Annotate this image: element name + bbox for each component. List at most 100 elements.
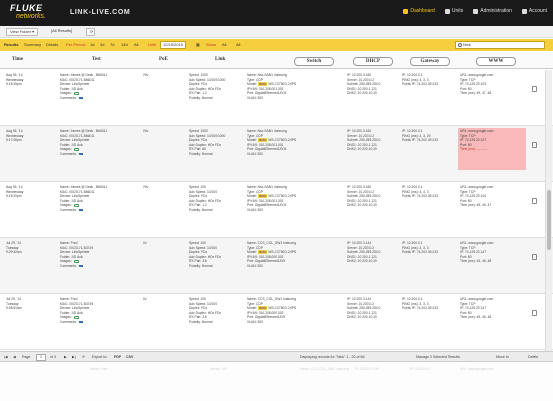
table-row[interactable]: Jul 29, '14 Tuesday 9:28:51am Name: Fred MAC…	[0, 294, 553, 350]
period-1d[interactable]: 1d	[90, 42, 94, 48]
export-csv-button[interactable]: CSV	[126, 355, 133, 360]
comments-line: Comments:	[60, 96, 140, 101]
move-to-button[interactable]: Move to	[496, 355, 509, 360]
until-date-input[interactable]: 12/15/2015	[160, 41, 187, 49]
nav-account-label: Account	[528, 8, 547, 14]
calendar-icon[interactable]: ▦	[196, 42, 200, 48]
dhcp-cell-line: DNS2: 10.200.10.20	[347, 91, 377, 95]
gateway-cell: IP: 10.200.0.1 PING (ms): 3, 3, 3 Public I…	[402, 241, 456, 255]
comments-line: Comments:	[60, 208, 140, 213]
search-highlight: cisco	[257, 250, 268, 254]
edit-comment-icon[interactable]	[78, 264, 83, 267]
delete-button[interactable]: Delete	[528, 355, 538, 360]
refresh-button[interactable]: ⟳	[86, 28, 95, 36]
col-www[interactable]: WWW	[476, 57, 516, 66]
vertical-scrollbar[interactable]	[545, 70, 552, 352]
export-label: Export to:	[92, 355, 108, 359]
table-row[interactable]: Aug 06, '14 Wednesday 5:17:06pm Name: James…	[0, 126, 553, 182]
period-all[interactable]: All	[134, 42, 138, 48]
camera-icon[interactable]	[73, 259, 79, 263]
col-link[interactable]: Link	[215, 57, 225, 62]
col-dhcp[interactable]: DHCP	[353, 57, 393, 66]
toolbar: View Folder ▾ [All Results] ⟳	[0, 26, 553, 38]
gateway-cell-line: Public IP: 74.202.39.243	[402, 82, 438, 86]
switch-cell-line: VLAN: 500	[247, 151, 263, 156]
test-cell: Name: James @ Desk - B66011 MAC: 00C0171-…	[60, 73, 140, 100]
gateway-cell: IP: 10.200.0.1 PING (ms): 3, 3, 3 Public I…	[402, 297, 456, 311]
ghost-www: URL: www.google.com	[460, 367, 494, 371]
page-count: of 4	[50, 355, 56, 359]
page-input[interactable]: 1	[36, 354, 46, 361]
tab-details[interactable]: Details	[46, 42, 58, 48]
comments-line: Comments:	[60, 152, 140, 157]
switch-cell-line: VLAN: 500	[247, 95, 263, 100]
nav-account[interactable]: Account	[521, 8, 547, 14]
camera-icon[interactable]	[73, 147, 79, 151]
table-row[interactable]: Aug 06, '14 Wednesday 5:15:20pm Name: James…	[0, 182, 553, 238]
ghost-switch: Name: CCS_COL_SW1 Instrumg	[300, 367, 349, 371]
pager-bar: |◀ ◀ Page 1 of 4 ▶ ▶| ⟳ Export to: PDF C…	[0, 351, 553, 362]
delete-row-icon[interactable]	[532, 86, 537, 92]
period-7d[interactable]: 7d	[110, 42, 114, 48]
table-row[interactable]: Aug 06, '14 Wednesday 5:18:45pm Name: James…	[0, 70, 553, 126]
poe-cell: 0v	[143, 297, 147, 301]
show-option-1[interactable]: All	[222, 42, 226, 48]
col-poe[interactable]: PoE	[159, 57, 168, 62]
reflection-overlay: Name: Fred Speed: 100 Name: CCS_COL_SW1 …	[0, 363, 553, 401]
last-page-icon[interactable]: ▶|	[72, 355, 76, 360]
dhcp-cell-line: DNS2: 10.200.10.20	[347, 203, 377, 207]
prev-page-icon[interactable]: ◀	[13, 355, 16, 360]
edit-comment-icon[interactable]	[78, 208, 83, 211]
next-page-icon[interactable]: ▶	[64, 355, 67, 360]
switch-cell: Name: Nsc-SAN1 Instrumg Type: CDP Model: c…	[247, 73, 327, 100]
search-input[interactable]: Nick	[455, 41, 545, 49]
period-3d[interactable]: 3d	[100, 42, 104, 48]
first-page-icon[interactable]: |◀	[4, 355, 8, 360]
www-cell: URL: www.google.com Type: TCP IP: 74.125.2…	[458, 240, 526, 282]
col-switch[interactable]: Switch	[294, 57, 334, 66]
col-test[interactable]: Test	[92, 57, 101, 62]
edit-comment-icon[interactable]	[78, 96, 83, 99]
www-cell-line: Time (ms): --, --, --	[460, 147, 487, 151]
fluke-logo[interactable]: FLUKE networks.	[10, 4, 50, 22]
time-cell: Jul 29, '14 Tuesday 9:28:51am	[6, 297, 44, 311]
gateway-cell-line: Public IP: 74.202.39.243	[402, 194, 438, 198]
period-14d[interactable]: 14d	[121, 42, 128, 48]
www-cell-line: Time (ms): 49, 47, 48	[460, 91, 492, 95]
table-row[interactable]: Jul 29, '14 Tuesday 9:29:32am Name: Fred MAC…	[0, 238, 553, 294]
show-option-2[interactable]: All	[236, 42, 240, 48]
delete-row-icon[interactable]	[532, 310, 537, 316]
reload-icon[interactable]: ⟳	[82, 355, 85, 360]
camera-icon[interactable]	[73, 315, 79, 319]
dashboard-icon	[403, 8, 409, 14]
manage-selected: Manage 0 Selected Results	[416, 355, 460, 359]
nav-dashboard[interactable]: Dashboard	[403, 8, 435, 14]
site-title: LINK-LIVE.COM	[70, 9, 131, 16]
poe-cell: 20v	[143, 185, 149, 189]
tab-summary[interactable]: Summary	[24, 42, 41, 48]
delete-row-icon[interactable]	[532, 254, 537, 260]
switch-cell: Name: Nsc-SAN1 Instrumg Type: CDP Model: c…	[247, 129, 327, 156]
nav-units[interactable]: Units	[444, 8, 463, 14]
camera-icon[interactable]	[73, 203, 79, 207]
gateway-cell-line: Public IP: 74.202.39.243	[402, 250, 438, 254]
col-gateway[interactable]: Gateway	[410, 57, 450, 66]
view-folder-button[interactable]: View Folder ▾	[6, 28, 39, 36]
account-icon	[521, 8, 527, 14]
delete-row-icon[interactable]	[532, 142, 537, 148]
edit-comment-icon[interactable]	[78, 152, 83, 155]
delete-row-icon[interactable]	[532, 198, 537, 204]
camera-icon[interactable]	[73, 91, 79, 95]
col-time[interactable]: Time	[12, 57, 23, 62]
export-pdf-button[interactable]: PDF	[114, 355, 121, 360]
scrollbar-thumb[interactable]	[547, 190, 551, 250]
nav-administration[interactable]: Administration	[473, 8, 512, 14]
gateway-cell: IP: 10.200.0.1 PING (ms): 4, 3, 29 Public …	[402, 129, 456, 143]
www-cell: URL: www.google.com Type: TCP IP: 74.125.2…	[458, 184, 526, 226]
images-label: Images:	[60, 203, 72, 207]
time-cell-line: 9:28:51am	[6, 306, 22, 310]
switch-cell-line: VLAN: 500	[247, 207, 263, 212]
test-cell: Name: James @ Desk - B66011 MAC: 00C0171-…	[60, 129, 140, 156]
time-cell: Aug 06, '14 Wednesday 5:18:45pm	[6, 73, 44, 87]
edit-comment-icon[interactable]	[78, 320, 83, 323]
